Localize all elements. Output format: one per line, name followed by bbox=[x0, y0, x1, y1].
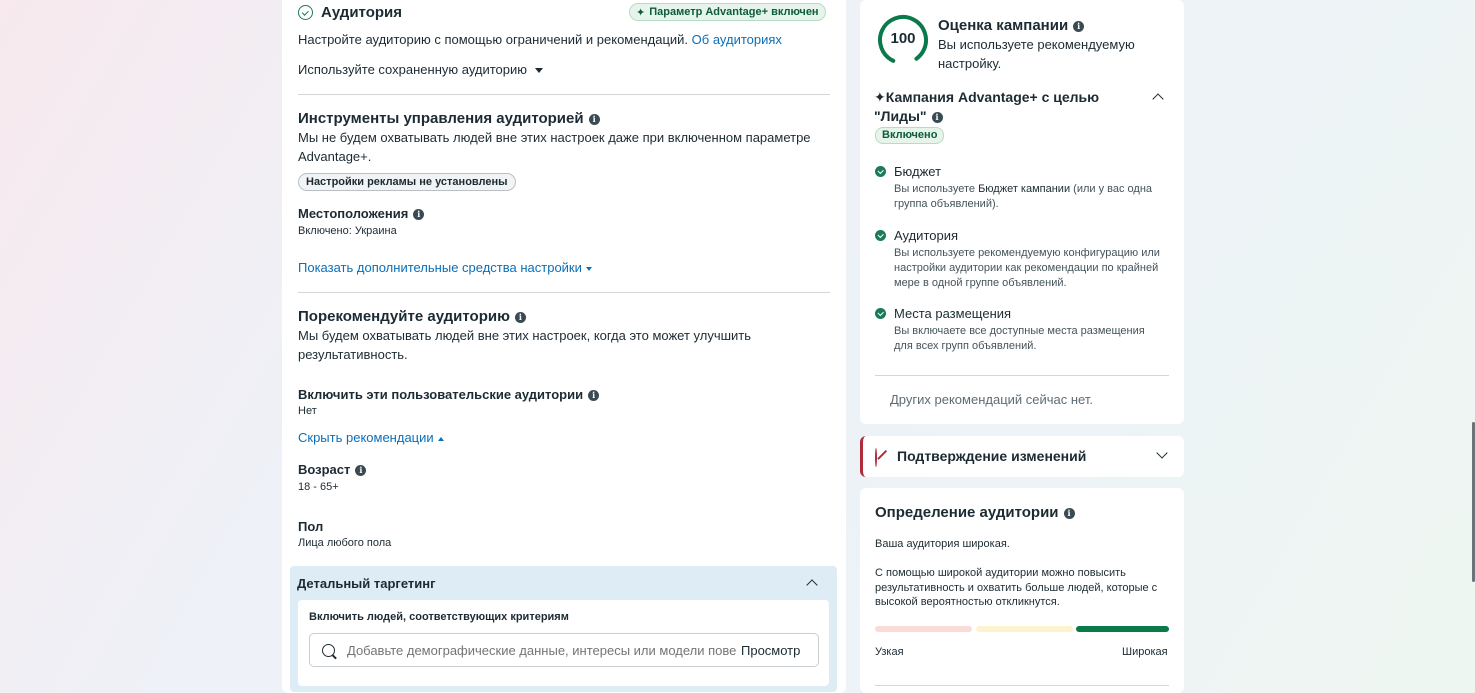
saved-audience-dropdown[interactable]: Используйте сохраненную аудиторию bbox=[298, 60, 544, 79]
recommendation-title: Места размещения bbox=[894, 306, 1012, 321]
hide-suggestions-link[interactable]: Скрыть рекомендации bbox=[298, 428, 444, 447]
age-label: Возраст i bbox=[298, 462, 367, 477]
campaign-score-card: 100 Оценка кампании i Вы используете реко… bbox=[860, 0, 1184, 424]
recommendation-desc: Вы используете рекомендуемую конфигураци… bbox=[894, 247, 1160, 289]
locations-value: Включено: Украина bbox=[298, 225, 397, 237]
ad-settings-pill: Настройки рекламы не установлены bbox=[298, 172, 516, 191]
score-value: 100 bbox=[890, 30, 916, 47]
include-criteria-box: Включить людей, соответствующих критерия… bbox=[298, 600, 829, 686]
custom-audiences-label: Включить эти пользовательские аудитории i bbox=[298, 387, 600, 402]
check-icon bbox=[875, 308, 886, 319]
custom-audiences-value: Нет bbox=[298, 405, 317, 417]
audience-controls-title: Инструменты управления аудиторией i bbox=[298, 110, 600, 127]
divider bbox=[875, 375, 1169, 376]
divider bbox=[875, 685, 1169, 686]
meter-narrow-label: Узкая bbox=[875, 646, 904, 658]
score-description: Вы используете рекомендуемую настройку. bbox=[938, 37, 1135, 71]
info-icon[interactable]: i bbox=[1073, 20, 1085, 32]
info-icon[interactable]: i bbox=[413, 209, 425, 221]
check-icon bbox=[875, 166, 886, 177]
meter-wide-label: Широкая bbox=[1122, 646, 1168, 658]
detailed-targeting-input[interactable] bbox=[347, 642, 737, 658]
show-more-options-link[interactable]: Показать дополнительные средства настрой… bbox=[298, 258, 592, 277]
chevron-up-icon bbox=[1152, 93, 1164, 105]
locations-label: Местоположения i bbox=[298, 206, 425, 221]
collapse-button[interactable] bbox=[806, 578, 818, 591]
recommendation-placements: Места размещения Вы включаете все доступ… bbox=[875, 306, 1162, 354]
audience-status: Ваша аудитория широкая. bbox=[875, 538, 1010, 550]
suggest-audience-title: Порекомендуйте аудиторию i bbox=[298, 308, 526, 325]
info-icon[interactable]: i bbox=[588, 113, 600, 125]
sparkle-icon: ✦ bbox=[636, 6, 646, 19]
recommendation-title: Бюджет bbox=[894, 164, 942, 179]
caret-down-icon bbox=[585, 266, 592, 271]
detailed-targeting-search[interactable]: Просмотр bbox=[309, 633, 819, 667]
recommendation-title: Аудитория bbox=[894, 228, 959, 243]
about-audiences-link[interactable]: Об аудиториях bbox=[692, 32, 782, 47]
suggest-description: Мы будем охватывать людей вне этих настр… bbox=[298, 328, 752, 362]
detailed-targeting-section: Детальный таргетинг Включить людей, соот… bbox=[290, 566, 837, 692]
audience-definition-description: С помощью широкой аудитории можно повыси… bbox=[875, 567, 1158, 608]
enabled-badge: Включено bbox=[875, 125, 945, 144]
confirm-changes-card[interactable]: Подтверждение изменений bbox=[860, 436, 1184, 477]
audience-definition-card: Определение аудитории i Ваша аудитория ши… bbox=[860, 488, 1184, 693]
recommendation-audience: Аудитория Вы используете рекомендуемую к… bbox=[875, 228, 1162, 291]
advantage-badge: ✦ Параметр Advantage+ включен bbox=[629, 3, 826, 21]
audience-description: Настройте аудиторию с помощью ограничени… bbox=[298, 32, 782, 47]
audience-panel: Аудитория ✦ Параметр Advantage+ включен … bbox=[282, 0, 846, 693]
recommendation-budget: Бюджет Вы используете Бюджет кампании (и… bbox=[875, 164, 1162, 212]
divider bbox=[298, 94, 830, 95]
meter-mid-segment bbox=[976, 626, 1073, 632]
chevron-down-icon bbox=[1156, 447, 1168, 459]
info-icon[interactable]: i bbox=[514, 311, 526, 323]
include-label: Включить людей, соответствующих критерия… bbox=[309, 611, 569, 623]
audience-title: Аудитория bbox=[321, 4, 402, 21]
age-value: 18 - 65+ bbox=[298, 481, 339, 493]
recommendation-desc: Вы включаете все доступные места размеще… bbox=[894, 325, 1145, 352]
score-title: Оценка кампании i bbox=[938, 17, 1085, 34]
info-icon[interactable]: i bbox=[931, 111, 943, 123]
audience-definition-title: Определение аудитории i bbox=[875, 504, 1075, 521]
sparkle-icon: ✦ bbox=[874, 89, 886, 105]
browse-button[interactable]: Просмотр bbox=[741, 643, 800, 658]
prohibited-icon bbox=[875, 448, 877, 467]
advantage-campaign-title: ✦Кампания Advantage+ с целью "Лиды" i bbox=[874, 89, 1100, 124]
expand-button[interactable] bbox=[1156, 447, 1168, 459]
gender-label: Пол bbox=[298, 519, 324, 534]
caret-down-icon bbox=[535, 68, 544, 74]
check-icon bbox=[875, 230, 886, 241]
chevron-up-icon bbox=[806, 579, 818, 591]
check-circle-icon bbox=[298, 5, 313, 20]
divider bbox=[298, 292, 830, 293]
controls-description: Мы не будем охватывать людей вне этих на… bbox=[298, 130, 811, 164]
gender-value: Лица любого пола bbox=[298, 537, 392, 549]
info-icon[interactable]: i bbox=[355, 465, 367, 477]
meter-narrow-segment bbox=[875, 626, 972, 632]
no-more-recommendations: Других рекомендаций сейчас нет. bbox=[890, 392, 1093, 407]
audience-header: Аудитория bbox=[298, 4, 402, 21]
recommendation-desc: Вы используете Бюджет кампании (или у ва… bbox=[894, 183, 1153, 210]
info-icon[interactable]: i bbox=[588, 390, 600, 402]
search-icon bbox=[322, 643, 335, 657]
confirm-changes-title: Подтверждение изменений bbox=[897, 448, 1087, 464]
caret-up-icon bbox=[437, 436, 444, 441]
meter-wide-segment bbox=[1076, 626, 1169, 632]
info-icon[interactable]: i bbox=[1063, 507, 1075, 519]
detailed-targeting-title: Детальный таргетинг bbox=[297, 576, 436, 591]
collapse-campaign-button[interactable] bbox=[1152, 92, 1164, 105]
